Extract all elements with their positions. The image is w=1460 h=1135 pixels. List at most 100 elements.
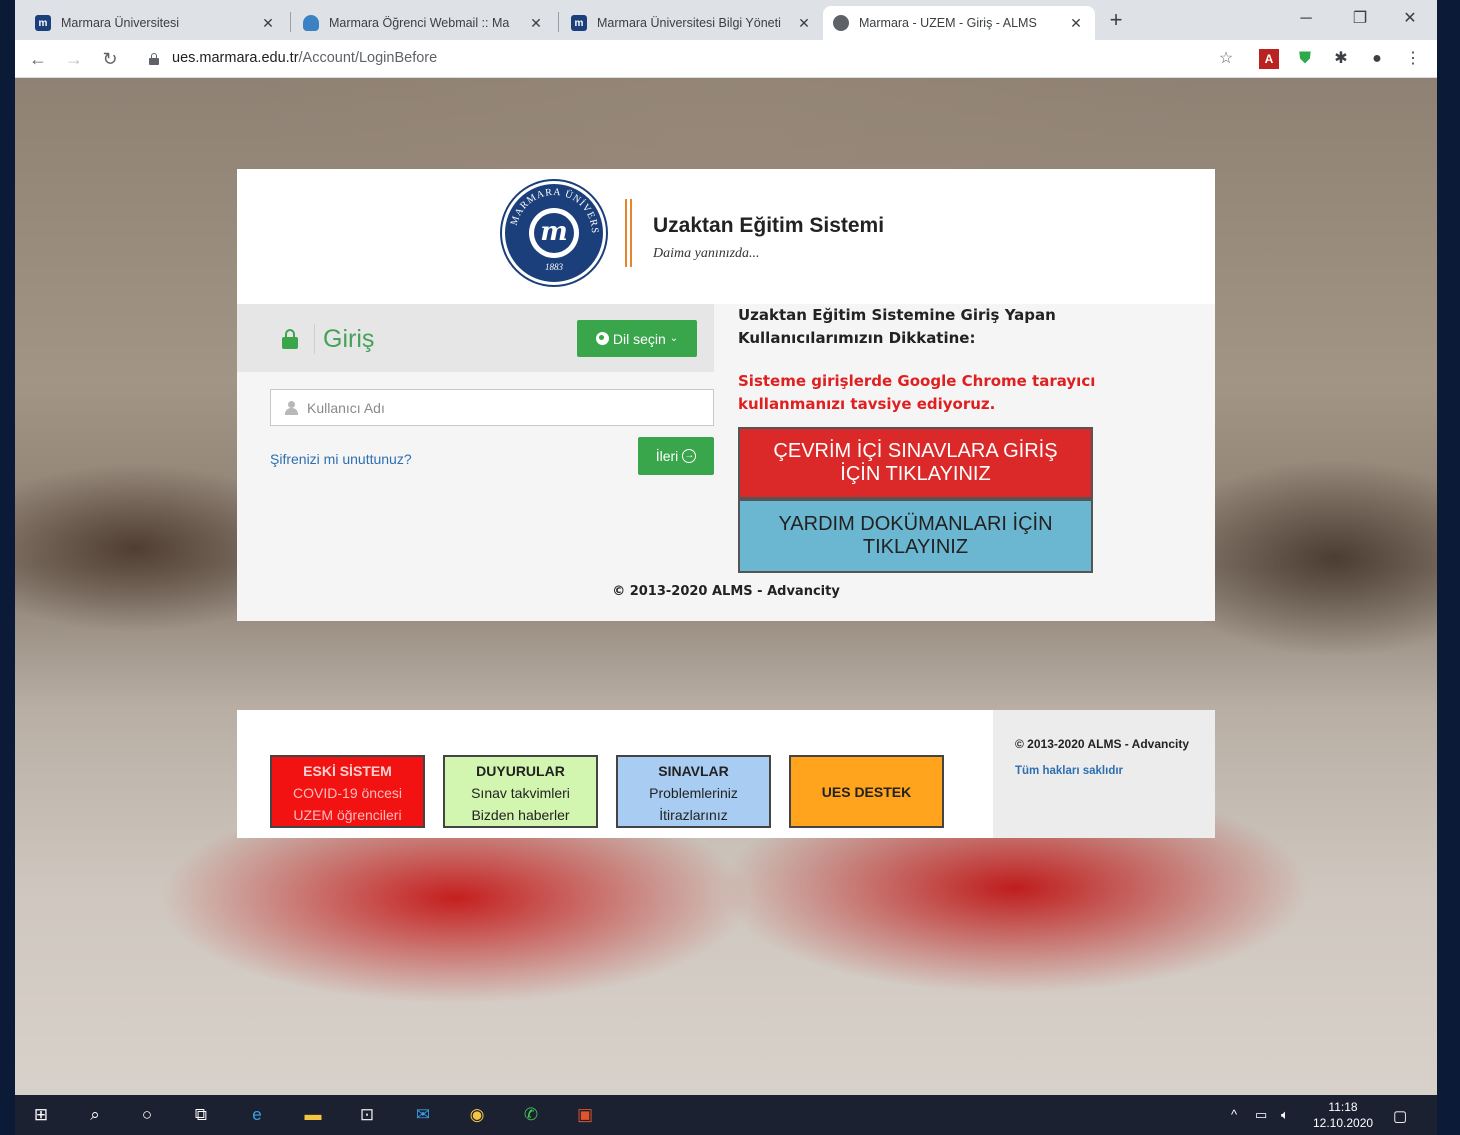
chrome-icon[interactable]: ◉ [465,1103,489,1127]
next-button[interactable]: İleri → [638,437,714,475]
footer-box-line: COVID-19 öncesi [293,785,402,801]
url-host: ues.marmara.edu.tr [172,50,299,66]
footer-copyright: © 2013-2020 ALMS - Advancity [1015,737,1190,751]
webmail-favicon-icon [303,15,319,31]
minimize-button[interactable]: ─ [1283,4,1329,34]
brand-divider [625,199,635,267]
edge-icon[interactable]: e [245,1103,269,1127]
address-bar[interactable]: ues.marmara.edu.tr/Account/LoginBefore [172,50,437,66]
tab-title: Marmara Üniversitesi [61,16,180,30]
university-seal-logo: MARMARA ÜNİVERSİTESİ m 1883 [502,181,606,285]
forgot-password-link[interactable]: Şifrenizi mi unuttunuz? [270,451,412,467]
user-icon [285,401,298,415]
whatsapp-icon[interactable]: ✆ [519,1103,543,1127]
arrow-right-circle-icon: → [682,449,697,463]
footer-box-line: UZEM öğrencileri [293,807,402,823]
footer-box-line: İtirazlarınız [659,807,728,823]
footer-info: © 2013-2020 ALMS - Advancity Tüm hakları… [993,710,1215,838]
shield-extension-icon[interactable]: ⛊ [1295,49,1315,69]
store-icon[interactable]: ⊡ [355,1103,379,1127]
clock-time: 11:18 [1328,1100,1358,1114]
seal-year: 1883 [545,262,563,272]
restore-button[interactable]: ❐ [1337,4,1383,34]
brand-header: MARMARA ÜNİVERSİTESİ m 1883 Uzaktan Eğit… [237,169,1215,304]
cortana-icon[interactable]: ○ [135,1103,159,1127]
online-exams-button[interactable]: ÇEVRİM İÇİ SINAVLARA GİRİŞ İÇİN TIKLAYINI… [738,427,1093,499]
help-documents-button[interactable]: YARDIM DOKÜMANLARI İÇİN TIKLAYINIZ [738,499,1093,573]
footer-box-line: Problemleriniz [649,785,738,801]
brand-title: Uzaktan Eğitim Sistemi [653,214,885,237]
login-title: Giriş [323,325,375,353]
close-window-button[interactable]: ✕ [1387,4,1433,34]
footer-box-line: Bizden haberler [471,807,570,823]
url-path: /Account/LoginBefore [298,50,438,66]
login-header: Giriş Dil seçin ⌄ [237,304,714,372]
exam-button-line: İÇİN TIKLAYINIZ [840,463,991,485]
footer-box-title: DUYURULAR [476,763,565,779]
footer-links: ESKİ SİSTEM COVID-19 öncesi UZEM öğrenci… [237,710,1215,838]
mail-icon[interactable]: ✉ [411,1103,435,1127]
brand-subtitle: Daima yanınızda... [653,246,760,261]
tab-webmail[interactable]: Marmara Öğrenci Webmail :: Ma ✕ [293,6,555,40]
login-card: MARMARA ÜNİVERSİTESİ m 1883 Uzaktan Eğit… [237,169,1215,621]
username-input[interactable] [270,389,714,426]
clock-date: 12.10.2020 [1313,1116,1374,1130]
tray-chevron-up-icon[interactable]: ^ [1231,1107,1237,1122]
language-select-button[interactable]: Dil seçin ⌄ [577,320,697,357]
tab-title: Marmara - UZEM - Giriş - ALMS [859,16,1037,30]
close-icon[interactable]: ✕ [259,15,277,32]
windows-taskbar: ⊞ ⌕ ○ ⧉ e ▬ ⊡ ✉ ◉ ✆ ▣ ^ ▭ 🔈︎ 11:18 12.10… [15,1095,1437,1135]
tab-uzem-giris[interactable]: Marmara - UZEM - Giriş - ALMS ✕ [823,6,1095,40]
footer-box-title: ESKİ SİSTEM [303,763,392,779]
marmara-favicon-icon: m [35,15,51,31]
reload-button[interactable]: ↻ [97,46,123,72]
language-button-label: Dil seçin [612,330,666,347]
marmara-favicon-icon: m [571,15,587,31]
close-icon[interactable]: ✕ [1067,15,1085,32]
exams-link[interactable]: SINAVLAR Problemleriniz İtirazlarınız [616,755,771,828]
lock-icon[interactable] [149,53,159,65]
exam-button-line: ÇEVRİM İÇİ SINAVLARA GİRİŞ [773,440,1058,462]
tab-title: Marmara Üniversitesi Bilgi Yöneti [597,16,781,30]
lock-icon [282,329,298,349]
next-button-label: İleri [655,448,679,464]
help-button-line: TIKLAYINIZ [862,536,969,558]
file-explorer-icon[interactable]: ▬ [301,1103,325,1127]
back-button[interactable]: ← [25,46,51,72]
tab-marmara-universitesi[interactable]: m Marmara Üniversitesi ✕ [25,6,287,40]
chevron-down-icon: ⌄ [669,333,679,344]
powerpoint-icon[interactable]: ▣ [573,1103,597,1127]
footer-box-line: Sınav takvimleri [471,785,570,801]
close-icon[interactable]: ✕ [795,15,813,32]
puzzle-icon[interactable]: ✱ [1331,49,1351,69]
footer-box-title: SINAVLAR [658,763,729,779]
star-icon[interactable]: ☆ [1216,49,1236,69]
taskbar-clock[interactable]: 11:18 12.10.2020 [1313,1099,1373,1131]
menu-icon[interactable]: ⋮ [1403,49,1423,69]
card-copyright: © 2013-2020 ALMS - Advancity [612,584,840,599]
page-viewport: MARMARA ÜNİVERSİTESİ m 1883 Uzaktan Eğit… [15,78,1437,1095]
notifications-icon[interactable]: ▢ [1393,1107,1407,1125]
tab-separator [290,12,291,32]
close-icon[interactable]: ✕ [527,15,545,32]
footer-rights-link[interactable]: Tüm hakları saklıdır [1015,765,1123,777]
footer-box-title: UES DESTEK [821,783,912,800]
browser-toolbar: ← → ↻ ues.marmara.edu.tr/Account/LoginBe… [15,40,1437,78]
announcements-link[interactable]: DUYURULAR Sınav takvimleri Bizden haberl… [443,755,598,828]
profile-icon[interactable]: ● [1367,49,1387,69]
browser-warning-text: Sisteme girişlerde Google Chrome tarayıc… [738,372,1096,413]
forward-button[interactable]: → [61,46,87,72]
task-view-icon[interactable]: ⧉ [189,1103,213,1127]
network-icon[interactable]: ▭ [1255,1107,1267,1123]
old-system-link[interactable]: ESKİ SİSTEM COVID-19 öncesi UZEM öğrenci… [270,755,425,828]
tab-bilgi-yonetim[interactable]: m Marmara Üniversitesi Bilgi Yöneti ✕ [561,6,823,40]
support-link[interactable]: UES DESTEK [789,755,944,828]
new-tab-button[interactable]: + [1102,7,1130,35]
search-icon[interactable]: ⌕ [83,1103,107,1127]
windows-start-icon[interactable]: ⊞ [29,1103,53,1127]
divider [314,324,315,354]
globe-favicon-icon [833,15,849,31]
globe-icon [595,332,609,345]
volume-icon[interactable]: 🔈︎ [1281,1107,1289,1123]
pdf-extension-icon[interactable]: A [1259,49,1279,69]
